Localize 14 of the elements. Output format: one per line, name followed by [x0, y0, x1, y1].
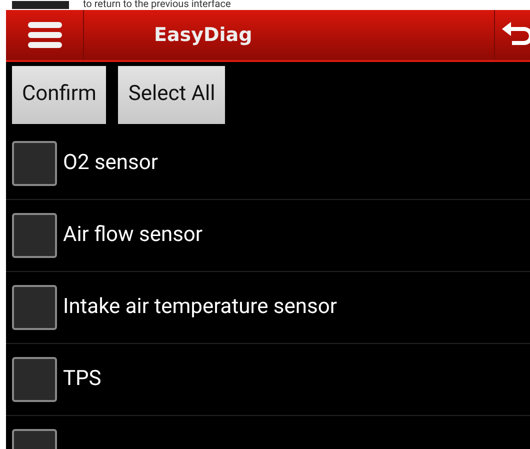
item-label: O2 sensor	[63, 150, 158, 177]
back-button[interactable]	[494, 10, 530, 60]
checkbox[interactable]	[12, 213, 57, 258]
item-label: Air flow sensor	[63, 222, 203, 249]
action-button[interactable]: Confirm	[12, 66, 106, 124]
item-label: TPS	[63, 366, 102, 393]
screenshot-icon	[12, 1, 69, 9]
checkbox[interactable]	[12, 285, 57, 330]
menu-icon	[28, 22, 62, 48]
checkbox[interactable]	[12, 357, 57, 402]
app-title: EasyDiag	[154, 22, 252, 48]
item-label: Intake air temperature sensor	[63, 294, 337, 321]
checkbox[interactable]	[12, 141, 57, 186]
action-button[interactable]: Select All	[118, 66, 226, 124]
